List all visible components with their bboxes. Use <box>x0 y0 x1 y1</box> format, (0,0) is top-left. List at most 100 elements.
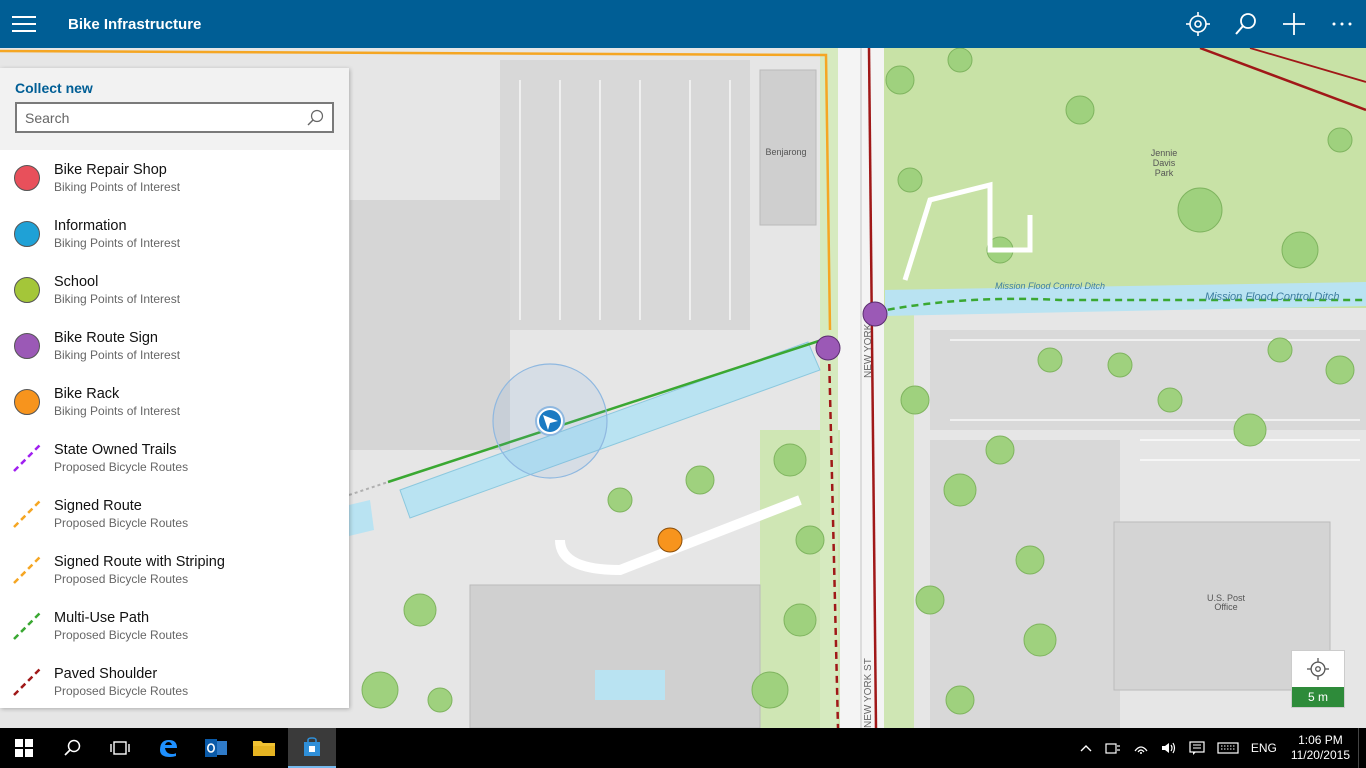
map-label-street-2: NEW YORK ST <box>863 658 874 728</box>
add-button[interactable] <box>1270 0 1318 48</box>
item-name: Bike Rack <box>54 386 120 402</box>
folder-icon <box>253 741 275 756</box>
map-point-bike-rack[interactable] <box>657 527 683 553</box>
show-desktop-button[interactable] <box>1358 728 1366 768</box>
more-icon <box>1332 22 1352 26</box>
collect-new-title: Collect new <box>15 80 93 96</box>
map-label-benjarong: Benjarong <box>765 147 806 157</box>
list-item-paved-shoulder[interactable]: Paved Shoulder Proposed Bicycle Routes <box>0 654 349 710</box>
keyboard-icon[interactable] <box>1211 741 1245 755</box>
file-explorer-button[interactable] <box>240 728 288 768</box>
task-view-icon <box>110 741 130 755</box>
item-layer: Proposed Bicycle Routes <box>54 516 189 530</box>
item-layer: Biking Points of Interest <box>54 292 181 306</box>
map-point-bike-route-sign-2[interactable] <box>815 335 841 361</box>
search-icon <box>1235 13 1256 35</box>
taskbar: ENG 1:06 PM 11/20/2015 <box>0 728 1366 768</box>
notification-icon[interactable] <box>1183 741 1211 755</box>
app-title: Bike Infrastructure <box>68 15 202 33</box>
volume-icon[interactable] <box>1155 741 1183 755</box>
hamburger-menu-icon[interactable] <box>0 0 48 48</box>
current-location-icon[interactable] <box>535 406 565 436</box>
search-icon[interactable] <box>306 109 324 127</box>
multi-use-path-line-icon <box>0 610 54 642</box>
map-label-ditch: Mission Flood Control Ditch <box>995 281 1105 291</box>
map-label-ditch-2: Mission Flood Control Ditch <box>1205 291 1340 303</box>
signed-route-line-icon <box>0 498 54 530</box>
map-label-park-1: Jennie <box>1151 148 1178 158</box>
list-item-multi-use-path[interactable]: Multi-Use Path Proposed Bicycle Routes <box>0 598 349 654</box>
taskbar-search-button[interactable] <box>48 728 96 768</box>
map-label-post-office-2: Office <box>1214 602 1237 612</box>
search-box <box>15 102 334 133</box>
feature-type-list: Bike Repair Shop Biking Points of Interes… <box>0 150 349 710</box>
wifi-icon[interactable] <box>1127 741 1155 755</box>
item-name: Multi-Use Path <box>54 610 150 626</box>
locate-button[interactable] <box>1174 0 1222 48</box>
item-layer: Proposed Bicycle Routes <box>54 684 189 698</box>
search-input[interactable] <box>25 109 306 126</box>
edge-icon <box>160 740 177 757</box>
paved-shoulder-line-icon <box>0 666 54 698</box>
list-item-signed-route[interactable]: Signed Route Proposed Bicycle Routes <box>0 486 349 542</box>
item-name: State Owned Trails <box>54 442 177 458</box>
list-item-bike-route-sign[interactable]: Bike Route Sign Biking Points of Interest <box>0 318 349 374</box>
map-point-bike-route-sign[interactable] <box>862 301 888 327</box>
my-location-button[interactable] <box>1292 651 1344 687</box>
store-app-button[interactable] <box>288 728 336 768</box>
clock-time: 1:06 PM <box>1298 733 1343 747</box>
scale-widget: 5 m <box>1291 650 1345 708</box>
crosshair-icon <box>1307 658 1329 680</box>
dashed-line-icon <box>13 556 41 584</box>
start-button[interactable] <box>0 728 48 768</box>
tablet-mode-icon[interactable] <box>1099 741 1127 755</box>
panel-header: Collect new <box>0 68 349 150</box>
symbol-dot <box>14 277 40 303</box>
map-label-park-3: Park <box>1155 168 1174 178</box>
more-button[interactable] <box>1318 0 1366 48</box>
outlook-icon <box>205 739 227 757</box>
task-view-button[interactable] <box>96 728 144 768</box>
list-item-school[interactable]: School Biking Points of Interest <box>0 262 349 318</box>
tray-chevron-icon[interactable] <box>1073 743 1099 753</box>
symbol-dot <box>14 221 40 247</box>
item-layer: Proposed Bicycle Routes <box>54 628 189 642</box>
dashed-line-icon <box>13 444 41 472</box>
windows-logo-icon <box>15 739 33 757</box>
item-layer: Biking Points of Interest <box>54 404 181 418</box>
list-item-signed-route-with-striping[interactable]: Signed Route with Striping Proposed Bicyc… <box>0 542 349 598</box>
search-icon <box>64 739 81 756</box>
school-symbol-icon <box>0 277 54 303</box>
symbol-dot <box>14 165 40 191</box>
list-item-state-owned-trails[interactable]: State Owned Trails Proposed Bicycle Route… <box>0 430 349 486</box>
clock[interactable]: 1:06 PM 11/20/2015 <box>1283 733 1358 763</box>
item-name: Information <box>54 218 127 234</box>
item-layer: Proposed Bicycle Routes <box>54 460 189 474</box>
store-bag-icon <box>304 737 320 756</box>
item-name: Signed Route <box>54 498 142 514</box>
item-layer: Biking Points of Interest <box>54 236 181 250</box>
plus-icon <box>1283 13 1305 35</box>
crosshair-icon <box>1186 12 1210 36</box>
language-indicator[interactable]: ENG <box>1245 741 1283 755</box>
map-label-park-2: Davis <box>1153 158 1176 168</box>
item-name: Signed Route with Striping <box>54 554 225 570</box>
scale-bar: 5 m <box>1292 687 1344 707</box>
edge-browser-button[interactable] <box>144 728 192 768</box>
bike-rack-symbol-icon <box>0 389 54 415</box>
clock-date: 11/20/2015 <box>1290 748 1350 762</box>
search-button[interactable] <box>1222 0 1270 48</box>
list-item-bike-rack[interactable]: Bike Rack Biking Points of Interest <box>0 374 349 430</box>
item-name: School <box>54 274 99 290</box>
item-name: Bike Route Sign <box>54 330 158 346</box>
appbar-actions <box>1174 0 1366 48</box>
list-item-information[interactable]: Information Biking Points of Interest <box>0 206 349 262</box>
bike-route-sign-symbol-icon <box>0 333 54 359</box>
list-item-bike-repair-shop[interactable]: Bike Repair Shop Biking Points of Interes… <box>0 150 349 206</box>
dashed-line-icon <box>13 612 41 640</box>
bike-repair-shop-symbol-icon <box>0 165 54 191</box>
item-name: Bike Repair Shop <box>54 162 167 178</box>
outlook-button[interactable] <box>192 728 240 768</box>
app-bar: Bike Infrastructure <box>0 0 1366 48</box>
item-layer: Biking Points of Interest <box>54 348 181 362</box>
